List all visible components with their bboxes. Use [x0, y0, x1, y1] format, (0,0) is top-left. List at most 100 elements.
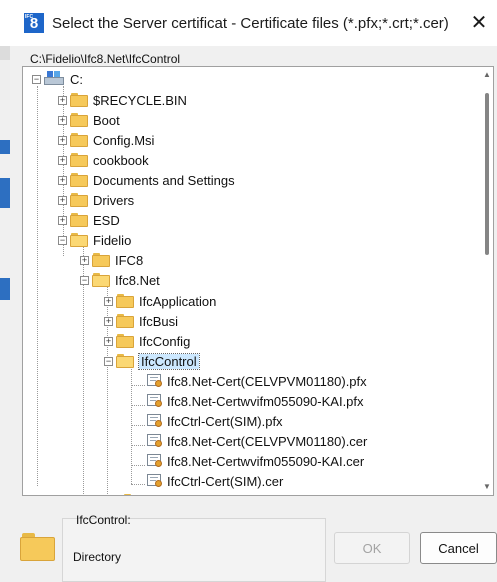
- tree-item-folder[interactable]: + Documents and Settings: [58, 170, 235, 190]
- expand-icon[interactable]: +: [58, 155, 67, 165]
- folder-icon: [70, 153, 88, 167]
- folder-icon: [123, 494, 141, 495]
- tree-connector: [131, 425, 145, 426]
- folder-icon: [116, 334, 134, 348]
- vertical-scrollbar[interactable]: ▲ ▼: [480, 67, 493, 495]
- tree-item-folder[interactable]: + ESD: [58, 210, 120, 230]
- scroll-up-arrow-icon[interactable]: ▲: [482, 70, 492, 80]
- collapse-icon[interactable]: −: [80, 275, 89, 285]
- tree-item-label: IfcCtrl-Cert(SIM).cer: [167, 473, 284, 489]
- folder-icon: [116, 294, 134, 308]
- certificate-file-icon: [147, 413, 163, 429]
- expand-icon[interactable]: +: [58, 135, 67, 145]
- expand-icon[interactable]: +: [58, 175, 67, 185]
- collapse-icon[interactable]: −: [58, 235, 67, 245]
- tree-item-folder[interactable]: + Drivers: [58, 190, 134, 210]
- tree-connector: [131, 484, 145, 485]
- tree-item-label: Ifc8.Net-Certwvifm055090-KAI.pfx: [167, 393, 364, 409]
- folder-icon: [70, 193, 88, 207]
- cancel-button[interactable]: Cancel: [420, 532, 497, 564]
- tree-item-file[interactable]: Ifc8.Net-Certwvifm055090-KAI.cer: [147, 451, 364, 471]
- certificate-file-icon: [147, 393, 163, 409]
- tree-item-label: IFC8: [115, 252, 144, 268]
- tree-item-label: Ifc8.Net-Cert(CELVPVM01180).pfx: [167, 373, 367, 389]
- tree-item-label: IfcApplication: [139, 293, 217, 309]
- tree-item-folder[interactable]: + IFC8: [80, 250, 143, 270]
- selected-item-name: IfcControl:: [76, 513, 131, 527]
- folder-icon: [116, 314, 134, 328]
- tree-item-folder[interactable]: + IfcApplication: [104, 291, 216, 311]
- tree-connector: [131, 465, 145, 466]
- tree-item-label: C:: [70, 71, 83, 87]
- tree-item-file[interactable]: Ifc8.Net-Cert(CELVPVM01180).cer: [147, 431, 367, 451]
- certificate-file-icon: [147, 453, 163, 469]
- certificate-file-icon: [147, 473, 163, 489]
- shortcut-folder-icon: [70, 173, 88, 187]
- collapse-icon[interactable]: −: [32, 74, 41, 84]
- expand-icon[interactable]: +: [104, 316, 113, 326]
- tree-item-label: Boot: [93, 112, 120, 128]
- tree-item-folder[interactable]: + Config.Msi: [58, 130, 154, 150]
- tree-item-folder[interactable]: − Ifc8.Net: [80, 270, 160, 290]
- certificate-file-icon: [147, 373, 163, 389]
- tree-item-folder-partial[interactable]: [123, 491, 146, 495]
- tree-item-folder[interactable]: + Boot: [58, 110, 120, 130]
- tree-item-folder[interactable]: + IfcBusi: [104, 311, 178, 331]
- expand-icon[interactable]: +: [58, 95, 67, 105]
- tree-connector: [131, 385, 145, 386]
- tree-item-label: Ifc8.Net-Certwvifm055090-KAI.cer: [167, 453, 365, 469]
- expand-icon[interactable]: +: [80, 255, 89, 265]
- expand-icon[interactable]: +: [58, 115, 67, 125]
- tree-item-folder[interactable]: + $RECYCLE.BIN: [58, 90, 187, 110]
- tree-item-label: Config.Msi: [93, 132, 155, 148]
- expand-icon[interactable]: +: [58, 215, 67, 225]
- tree-item-label: $RECYCLE.BIN: [93, 92, 187, 108]
- tree-item-label: IfcConfig: [139, 333, 191, 349]
- selected-item-type: Directory: [73, 550, 122, 564]
- folder-icon: [70, 93, 88, 107]
- tree-item-file[interactable]: IfcCtrl-Cert(SIM).pfx: [147, 411, 283, 431]
- tree-item-label: Documents and Settings: [93, 172, 235, 188]
- open-folder-icon: [92, 273, 110, 287]
- expand-icon[interactable]: +: [104, 336, 113, 346]
- tree-item-label: IfcCtrl-Cert(SIM).pfx: [167, 413, 283, 429]
- scrollbar-thumb[interactable]: [485, 93, 489, 255]
- expand-icon[interactable]: +: [104, 296, 113, 306]
- tree-connector: [131, 445, 145, 446]
- tree-item-drive-c[interactable]: − C:: [32, 69, 83, 89]
- tree-item-label: IfcControl: [138, 352, 200, 370]
- tree-item-folder-selected[interactable]: − IfcControl: [104, 351, 200, 371]
- tree-item-label: Drivers: [93, 192, 135, 208]
- window-title: Select the Server certificat - Certifica…: [52, 15, 449, 32]
- folder-icon: [70, 113, 88, 127]
- tree-item-file[interactable]: Ifc8.Net-Certwvifm055090-KAI.pfx: [147, 391, 364, 411]
- tree-item-folder[interactable]: + cookbook: [58, 150, 149, 170]
- scroll-down-arrow-icon[interactable]: ▼: [482, 482, 492, 492]
- tree-connector: [37, 86, 38, 486]
- open-folder-icon: [116, 354, 134, 368]
- tree-item-folder[interactable]: − Fidelio: [58, 230, 131, 250]
- tree-item-file[interactable]: IfcCtrl-Cert(SIM).cer: [147, 471, 283, 491]
- folder-icon: [70, 133, 88, 147]
- tree-item-folder[interactable]: + IfcConfig: [104, 331, 190, 351]
- folder-tree[interactable]: − C: + $RECYCLE.BIN + Boot + Config.Msi …: [22, 66, 494, 496]
- folder-icon: [20, 533, 55, 561]
- ok-button[interactable]: OK: [334, 532, 410, 564]
- expand-icon[interactable]: +: [58, 195, 67, 205]
- app-icon: IFC 8: [24, 13, 44, 33]
- certificate-file-icon: [147, 433, 163, 449]
- folder-icon: [70, 213, 88, 227]
- collapse-icon[interactable]: −: [104, 356, 113, 366]
- current-path: C:\Fidelio\Ifc8.Net\IfcControl: [30, 52, 181, 66]
- tree-item-label: cookbook: [93, 152, 149, 168]
- tree-item-label: Fidelio: [93, 232, 132, 248]
- title-bar: IFC 8 Select the Server certificat - Cer…: [0, 0, 497, 46]
- tree-connector: [131, 405, 145, 406]
- tree-item-label: Ifc8.Net: [115, 272, 160, 288]
- open-folder-icon: [70, 233, 88, 247]
- tree-item-label: IfcBusi: [139, 313, 179, 329]
- close-button[interactable]: ✕: [468, 12, 490, 34]
- tree-item-label: Ifc8.Net-Cert(CELVPVM01180).cer: [167, 433, 368, 449]
- tree-item-file[interactable]: Ifc8.Net-Cert(CELVPVM01180).pfx: [147, 371, 367, 391]
- background-window-strip: [0, 0, 10, 582]
